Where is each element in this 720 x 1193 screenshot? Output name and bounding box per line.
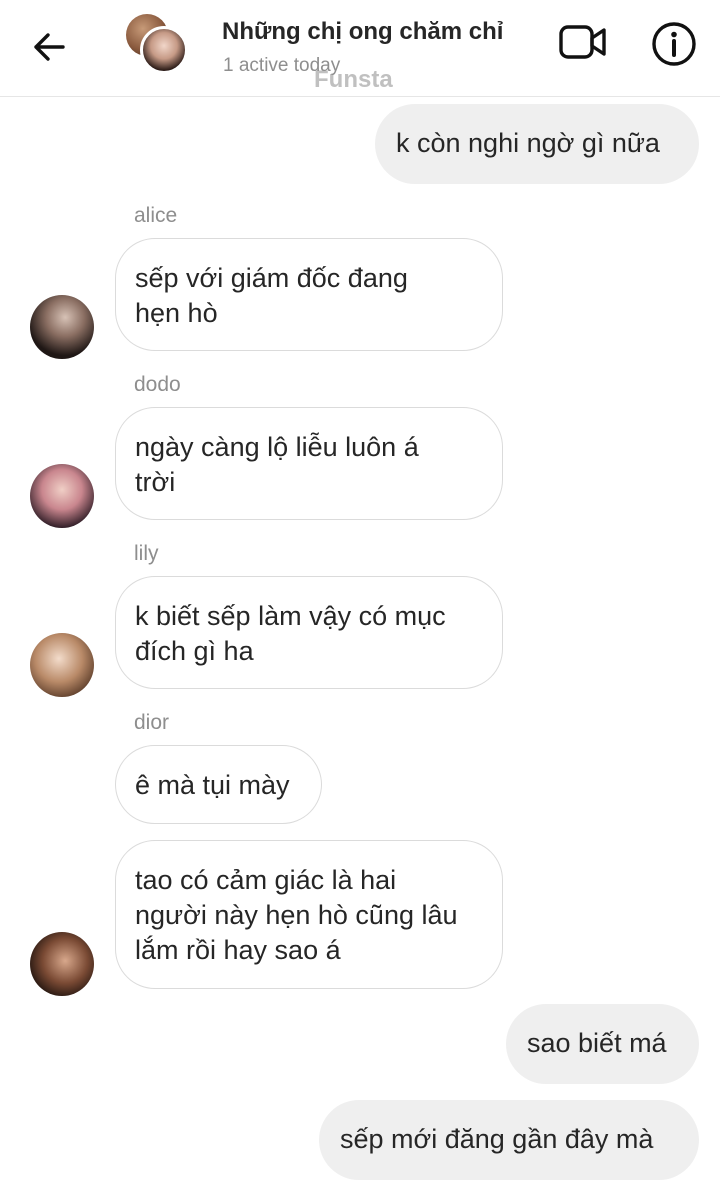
message-line: tao có cảm giác là hai [135, 865, 397, 895]
message-text: sếp mới đăng gần đây mà [340, 1124, 654, 1154]
message-line: trời [135, 467, 176, 497]
watermark: Funsta [314, 66, 393, 93]
message-line: lắm rồi hay sao á [135, 935, 341, 965]
message-line: ngày càng lộ liễu luôn á [135, 432, 419, 462]
sender-name: dodo [134, 373, 181, 396]
group-avatar[interactable] [124, 12, 190, 78]
sender-name: lily [134, 542, 159, 565]
avatar[interactable] [30, 464, 94, 528]
message-line: người này hẹn hò cũng lâu [135, 900, 458, 930]
info-button[interactable] [650, 20, 698, 68]
video-camera-icon [559, 25, 606, 59]
message-text: sao biết má [527, 1028, 667, 1058]
video-call-button[interactable] [556, 20, 610, 64]
arrow-left-icon [34, 33, 65, 61]
incoming-message[interactable]: tao có cảm giác là hai người này hẹn hò … [115, 840, 503, 989]
outgoing-message[interactable]: k còn nghi ngờ gì nữa [375, 104, 699, 184]
outgoing-message[interactable]: sao biết má [506, 1004, 699, 1084]
incoming-message[interactable]: ê mà tụi mày [115, 745, 322, 824]
chat-header: Những chị ong chăm chỉ 1 active today Fu… [0, 0, 720, 97]
incoming-message[interactable]: sếp với giám đốc đang hẹn hò [115, 238, 503, 351]
member-avatar [140, 26, 188, 74]
avatar[interactable] [30, 295, 94, 359]
incoming-message[interactable]: k biết sếp làm vậy có mục đích gì ha [115, 576, 503, 689]
avatar[interactable] [30, 633, 94, 697]
message-text: k còn nghi ngờ gì nữa [396, 128, 660, 158]
chat-title[interactable]: Những chị ong chăm chỉ [222, 18, 503, 46]
incoming-message[interactable]: ngày càng lộ liễu luôn á trời [115, 407, 503, 520]
avatar[interactable] [30, 932, 94, 996]
message-line: đích gì ha [135, 636, 254, 666]
message-line: hẹn hò [135, 298, 218, 328]
message-line: k biết sếp làm vậy có mục [135, 601, 446, 631]
message-line: ê mà tụi mày [135, 770, 290, 800]
outgoing-message[interactable]: sếp mới đăng gần đây mà [319, 1100, 699, 1180]
message-list[interactable]: k còn nghi ngờ gì nữa alice sếp với giám… [0, 98, 720, 1193]
back-button[interactable] [26, 24, 72, 70]
info-icon [652, 22, 696, 66]
sender-name: alice [134, 204, 178, 227]
message-line: sếp với giám đốc đang [135, 263, 408, 293]
sender-name: dior [134, 711, 170, 734]
